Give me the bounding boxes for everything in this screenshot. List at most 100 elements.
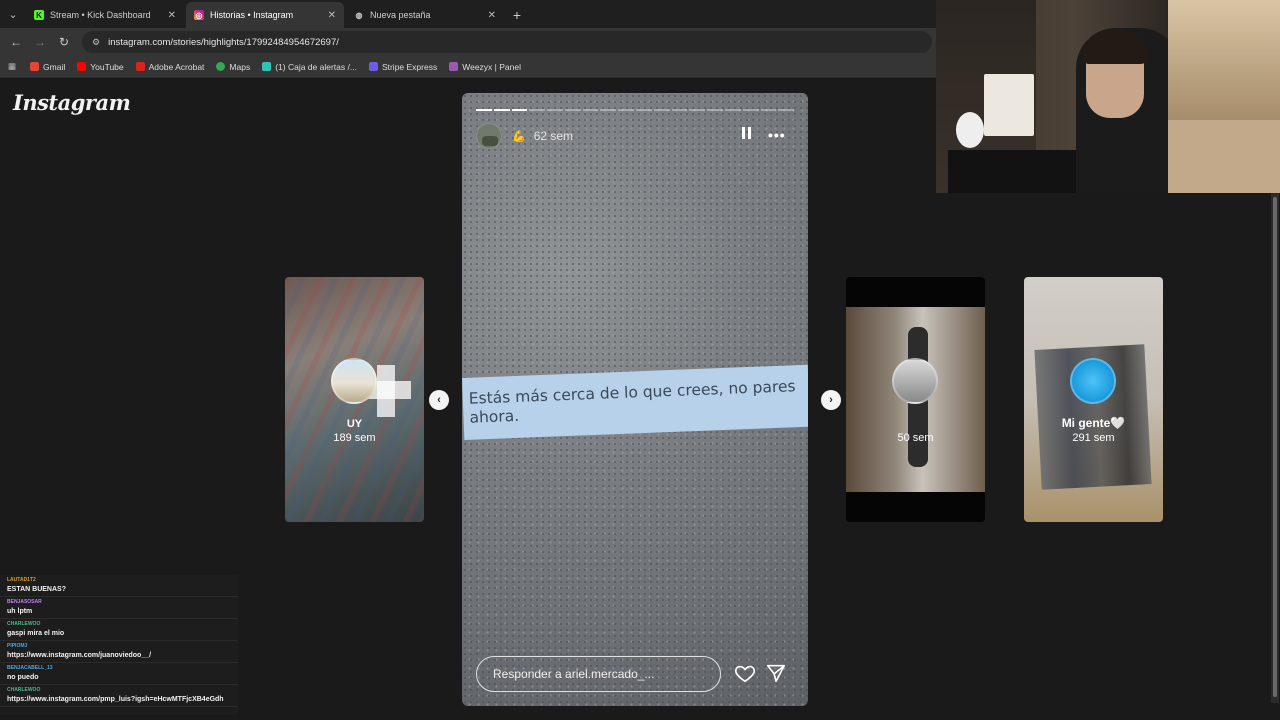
webcam-overlay — [936, 0, 1280, 193]
tab-title: Stream • Kick Dashboard — [50, 10, 151, 20]
progress-segment — [671, 109, 688, 111]
story-viewer[interactable]: 💪 62 sem ••• Estás más cerca de lo que c… — [462, 93, 808, 706]
progress-segment — [547, 109, 563, 111]
back-icon[interactable]: ← — [4, 35, 28, 49]
chat-username: BENJACABELL_13 — [7, 665, 53, 671]
stream-chat-overlay: LAUTAD1T2 ESTAN BUENAS? BENJASOSAR uh lptm C… — [0, 575, 238, 715]
tab-kick-dashboard[interactable]: K Stream • Kick Dashboard ✕ — [26, 2, 184, 28]
alerts-icon — [262, 62, 272, 71]
chat-message: LAUTAD1T2 ESTAN BUENAS? — [0, 575, 238, 597]
chat-username: CHARLEWOO — [7, 621, 41, 627]
bookmark-label: (1) Caja de alertas /... — [275, 61, 357, 72]
highlight-name: Mi gente🤍 — [1061, 416, 1126, 430]
progress-segment — [760, 109, 777, 111]
avatar — [1070, 358, 1116, 404]
chat-text: ESTAN BUENAS? — [7, 586, 66, 593]
instagram-logo[interactable]: Instagram — [13, 90, 131, 115]
youtube-icon — [77, 62, 87, 71]
progress-segment — [529, 109, 546, 111]
site-settings-icon[interactable]: ⚙ — [92, 37, 100, 48]
more-options-icon[interactable]: ••• — [768, 127, 786, 143]
chat-text: no puedo — [7, 674, 39, 681]
bookmark-label: Weezyx | Panel — [462, 61, 521, 72]
progress-segment — [653, 109, 670, 111]
story-thumb-next-1[interactable]: 50 sem — [846, 277, 985, 522]
chat-username: BENJASOSAR — [7, 599, 42, 605]
send-icon[interactable] — [765, 662, 787, 684]
bookmark-label: Adobe Acrobat — [148, 61, 205, 72]
tab-title: Nueva pestaña — [370, 10, 431, 20]
story-progress-bar — [476, 109, 795, 111]
avatar — [331, 358, 377, 404]
chat-text: https://www.instagram.com/juanoviedoo__/ — [7, 652, 152, 659]
progress-segment — [742, 109, 759, 111]
progress-segment — [778, 109, 795, 111]
chat-username: PIPIOMJ — [7, 643, 28, 649]
avatar[interactable] — [476, 123, 502, 149]
chat-message: PIPIOMJ https://www.instagram.com/juanovi… — [0, 641, 238, 663]
bookmark-weezyx[interactable]: Weezyx | Panel — [449, 62, 521, 72]
progress-segment — [476, 109, 492, 111]
bookmark-youtube[interactable]: YouTube — [77, 61, 124, 72]
weezyx-icon — [449, 62, 459, 71]
scrollbar-thumb[interactable] — [1273, 197, 1277, 697]
chat-text: uh lptm — [7, 608, 33, 615]
url-field[interactable]: ⚙ instagram.com/stories/highlights/17992… — [82, 31, 932, 53]
highlight-time: 189 sem — [333, 432, 376, 444]
progress-segment — [582, 109, 599, 111]
progress-segment — [689, 109, 706, 111]
reply-placeholder: Responder a ariel.mercado_... — [493, 667, 655, 681]
progress-segment — [636, 109, 652, 111]
stripe-icon — [368, 62, 378, 71]
instagram-icon: ◎ — [194, 10, 204, 20]
reload-icon[interactable]: ↻ — [52, 35, 76, 49]
highlight-time: 50 sem — [897, 432, 934, 444]
chat-username: LAUTAD1T2 — [7, 577, 36, 583]
tab-instagram[interactable]: ◎ Historias • Instagram ✕ — [186, 2, 344, 28]
story-time: 62 sem — [533, 129, 574, 143]
chat-message: CHARLEWOO https://www.instagram.com/pmp_l… — [0, 685, 238, 707]
reply-input[interactable]: Responder a ariel.mercado_... — [476, 656, 721, 692]
like-heart-icon[interactable] — [734, 662, 756, 684]
chat-text: gaspi mira el mio — [7, 630, 65, 637]
maps-icon — [216, 62, 226, 71]
chat-message: BENJASOSAR uh lptm — [0, 597, 238, 619]
bookmark-adobe[interactable]: Adobe Acrobat — [135, 61, 205, 72]
close-icon[interactable]: ✕ — [168, 10, 176, 21]
next-story-button[interactable]: › — [821, 390, 841, 410]
url-text: instagram.com/stories/highlights/1799248… — [108, 36, 339, 48]
acrobat-icon — [135, 62, 145, 71]
tab-title: Historias • Instagram — [210, 10, 294, 20]
flexed-arm-icon: 💪 — [512, 130, 526, 143]
chat-message: BENJACABELL_13no puedo — [0, 663, 238, 685]
story-thumb-prev[interactable]: UY 189 sem — [285, 277, 424, 522]
bookmark-label: Stripe Express — [381, 61, 438, 72]
gmail-icon — [30, 62, 40, 71]
bookmark-label: Gmail — [43, 61, 66, 72]
close-icon[interactable]: ✕ — [328, 10, 336, 21]
page-scrollbar[interactable] — [1271, 193, 1279, 703]
progress-segment — [564, 109, 581, 111]
pause-icon[interactable] — [742, 127, 751, 139]
highlight-time: 291 sem — [1072, 432, 1115, 444]
bookmark-label: YouTube — [90, 61, 124, 72]
progress-segment — [707, 109, 723, 111]
forward-icon[interactable]: → — [28, 35, 52, 49]
story-thumb-next-2[interactable]: Mi gente🤍 291 sem — [1024, 277, 1163, 522]
new-tab-button[interactable]: + — [506, 2, 528, 28]
tab-new-tab[interactable]: ◍ Nueva pestaña ✕ — [346, 2, 504, 28]
bookmark-label: Maps — [229, 61, 251, 72]
progress-segment — [724, 109, 741, 111]
progress-segment — [618, 109, 635, 111]
tab-search-icon[interactable]: ⌄ — [0, 0, 26, 28]
progress-segment — [600, 109, 617, 111]
bookmark-alerts[interactable]: (1) Caja de alertas /... — [262, 62, 357, 72]
close-icon[interactable]: ✕ — [488, 10, 496, 21]
prev-story-button[interactable]: ‹ — [429, 390, 449, 410]
bookmark-stripe[interactable]: Stripe Express — [368, 61, 438, 72]
chat-text: https://www.instagram.com/pmp_luis?igsh=… — [7, 696, 224, 703]
progress-segment — [493, 109, 510, 111]
apps-icon[interactable]: ▦ — [8, 61, 16, 72]
bookmark-gmail[interactable]: Gmail — [30, 62, 65, 72]
bookmark-maps[interactable]: Maps — [216, 62, 250, 72]
